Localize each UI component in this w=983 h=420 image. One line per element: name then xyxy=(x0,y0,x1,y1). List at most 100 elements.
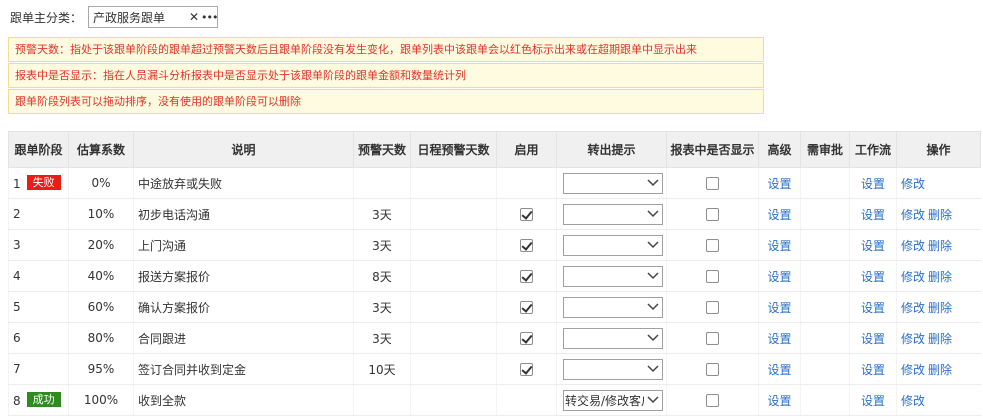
report-checkbox[interactable] xyxy=(706,301,719,314)
coef-cell: 0% xyxy=(68,167,134,199)
transfer-select[interactable] xyxy=(563,172,663,194)
delete-link[interactable]: 删除 xyxy=(928,301,952,315)
column-header: 启用 xyxy=(496,131,557,168)
delete-link[interactable]: 删除 xyxy=(928,239,952,253)
description-cell: 签订合同并收到定金 xyxy=(133,353,354,385)
stage-number: 1 xyxy=(13,177,21,191)
edit-link[interactable]: 修改 xyxy=(901,208,925,222)
workflow-set-link[interactable]: 设置 xyxy=(861,394,885,408)
enabled-checkbox[interactable] xyxy=(520,208,533,221)
edit-link[interactable]: 修改 xyxy=(901,239,925,253)
table-row[interactable]: 1 失败 0% 中途放弃或失败 设置 设置 修改 xyxy=(8,167,981,199)
advanced-set-link[interactable]: 设置 xyxy=(767,177,791,191)
workflow-set-link[interactable]: 设置 xyxy=(861,332,885,346)
report-checkbox[interactable] xyxy=(706,239,719,252)
description-cell: 合同跟进 xyxy=(133,322,354,354)
category-selector[interactable]: 产政服务跟单 ✕ ••• xyxy=(88,6,218,28)
advanced-set-link[interactable]: 设置 xyxy=(767,332,791,346)
advanced-set-link[interactable]: 设置 xyxy=(767,270,791,284)
column-header: 工作流 xyxy=(849,131,897,168)
transfer-select[interactable] xyxy=(563,327,663,349)
enabled-checkbox[interactable] xyxy=(520,239,533,252)
enabled-checkbox[interactable] xyxy=(520,301,533,314)
edit-link[interactable]: 修改 xyxy=(901,270,925,284)
delete-link[interactable]: 删除 xyxy=(928,363,952,377)
column-header: 报表中是否显示 xyxy=(666,131,759,168)
approval-cell xyxy=(800,198,850,230)
transfer-select[interactable]: 转交易/修改客户 xyxy=(563,389,663,411)
approval-cell xyxy=(800,291,850,323)
report-checkbox[interactable] xyxy=(706,394,719,407)
coef-cell: 10% xyxy=(68,198,134,230)
warn-days-cell xyxy=(353,167,411,199)
workflow-set-link[interactable]: 设置 xyxy=(861,363,885,377)
enabled-checkbox[interactable] xyxy=(520,332,533,345)
transfer-select[interactable] xyxy=(563,265,663,287)
report-cell xyxy=(666,322,759,354)
report-checkbox[interactable] xyxy=(706,270,719,283)
report-checkbox[interactable] xyxy=(706,177,719,190)
approval-cell xyxy=(800,167,850,199)
schedule-warn-cell xyxy=(410,198,497,230)
schedule-warn-cell xyxy=(410,260,497,292)
ellipsis-icon[interactable]: ••• xyxy=(201,11,218,24)
transfer-select[interactable] xyxy=(563,296,663,318)
schedule-warn-cell xyxy=(410,167,497,199)
report-cell xyxy=(666,198,759,230)
table-row[interactable]: 2 10% 初步电话沟通 3天 设置 设置 修改 删除 xyxy=(8,198,981,230)
close-icon[interactable]: ✕ xyxy=(187,10,201,24)
transfer-select[interactable] xyxy=(563,203,663,225)
operations-cell: 修改 xyxy=(896,384,981,416)
edit-link[interactable]: 修改 xyxy=(901,363,925,377)
approval-cell xyxy=(800,322,850,354)
coef-cell: 100% xyxy=(68,384,134,416)
stage-cell: 5 xyxy=(8,291,69,323)
table-row[interactable]: 4 40% 报送方案报价 8天 设置 设置 修改 删除 xyxy=(8,260,981,292)
workflow-set-link[interactable]: 设置 xyxy=(861,208,885,222)
workflow-set-link[interactable]: 设置 xyxy=(861,270,885,284)
table-row[interactable]: 5 60% 确认方案报价 3天 设置 设置 修改 删除 xyxy=(8,291,981,323)
column-header: 高级 xyxy=(758,131,801,168)
transfer-cell xyxy=(556,198,667,230)
workflow-set-link[interactable]: 设置 xyxy=(861,301,885,315)
chevron-down-icon xyxy=(644,365,662,373)
edit-link[interactable]: 修改 xyxy=(901,332,925,346)
advanced-set-link[interactable]: 设置 xyxy=(767,239,791,253)
workflow-cell: 设置 xyxy=(849,353,897,385)
stage-cell: 2 xyxy=(8,198,69,230)
enabled-checkbox[interactable] xyxy=(520,363,533,376)
description-cell: 初步电话沟通 xyxy=(133,198,354,230)
transfer-select[interactable] xyxy=(563,358,663,380)
workflow-set-link[interactable]: 设置 xyxy=(861,177,885,191)
approval-cell xyxy=(800,260,850,292)
description-cell: 报送方案报价 xyxy=(133,260,354,292)
report-cell xyxy=(666,229,759,261)
report-checkbox[interactable] xyxy=(706,208,719,221)
edit-link[interactable]: 修改 xyxy=(901,301,925,315)
stage-number: 5 xyxy=(13,300,21,314)
report-checkbox[interactable] xyxy=(706,363,719,376)
advanced-set-link[interactable]: 设置 xyxy=(767,208,791,222)
advanced-cell: 设置 xyxy=(758,167,801,199)
description-cell: 确认方案报价 xyxy=(133,291,354,323)
table-row[interactable]: 7 95% 签订合同并收到定金 10天 设置 设置 修改 删除 xyxy=(8,353,981,385)
enabled-checkbox[interactable] xyxy=(520,270,533,283)
transfer-cell: 转交易/修改客户 xyxy=(556,384,667,416)
workflow-cell: 设置 xyxy=(849,291,897,323)
delete-link[interactable]: 删除 xyxy=(928,270,952,284)
table-row[interactable]: 3 20% 上门沟通 3天 设置 设置 修改 删除 xyxy=(8,229,981,261)
workflow-set-link[interactable]: 设置 xyxy=(861,239,885,253)
advanced-set-link[interactable]: 设置 xyxy=(767,363,791,377)
delete-link[interactable]: 删除 xyxy=(928,208,952,222)
table-row[interactable]: 6 80% 合同跟进 3天 设置 设置 修改 删除 xyxy=(8,322,981,354)
delete-link[interactable]: 删除 xyxy=(928,332,952,346)
table-row[interactable]: 8 成功 100%收到全款 转交易/修改客户 设置 设置 修改 xyxy=(8,384,981,416)
advanced-set-link[interactable]: 设置 xyxy=(767,394,791,408)
edit-link[interactable]: 修改 xyxy=(901,394,925,408)
report-checkbox[interactable] xyxy=(706,332,719,345)
transfer-select[interactable] xyxy=(563,234,663,256)
stage-cell: 4 xyxy=(8,260,69,292)
column-header: 估算系数 xyxy=(68,131,134,168)
advanced-set-link[interactable]: 设置 xyxy=(767,301,791,315)
edit-link[interactable]: 修改 xyxy=(901,177,925,191)
